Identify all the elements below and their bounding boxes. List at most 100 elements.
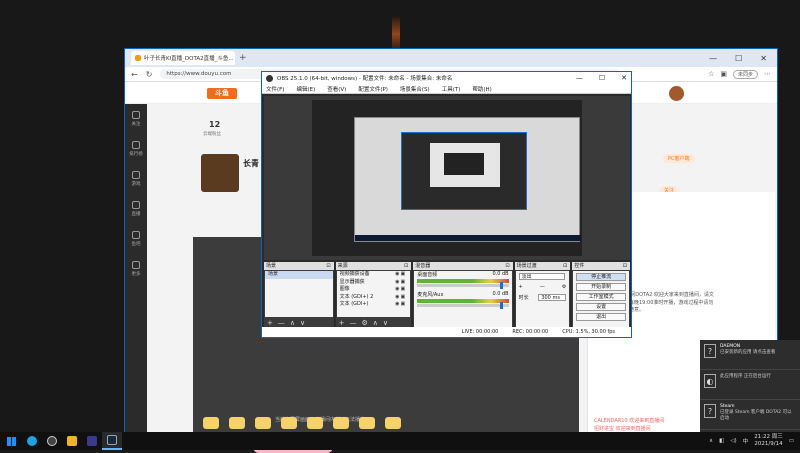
- exit-button[interactable]: 退出: [576, 313, 626, 321]
- menu-file[interactable]: 文件(F): [266, 85, 284, 93]
- start-button[interactable]: [0, 432, 22, 450]
- minimize-button[interactable]: —: [709, 54, 717, 63]
- back-icon[interactable]: ←: [131, 70, 138, 79]
- stop-streaming-button[interactable]: 停止推流: [576, 273, 626, 281]
- sidebar-item-game[interactable]: 游戏: [125, 164, 147, 194]
- notification-icon[interactable]: ▭: [789, 438, 794, 444]
- gift-icon[interactable]: [229, 417, 245, 429]
- gift-icon[interactable]: [359, 417, 375, 429]
- scene-down-button[interactable]: ∨: [300, 319, 305, 327]
- close-button[interactable]: ✕: [760, 54, 767, 63]
- gift-icon[interactable]: [385, 417, 401, 429]
- start-recording-button[interactable]: 开始录制: [576, 283, 626, 291]
- visibility-lock-icon[interactable]: ◉▣: [395, 294, 406, 302]
- system-tray: ∧ ◧ ◁) 中 21:22 周三 2021/9/14 ▭: [709, 434, 800, 448]
- source-item[interactable]: 图像 ◉▣: [337, 286, 411, 294]
- clock[interactable]: 21:22 周三 2021/9/14: [754, 434, 783, 448]
- gift-icon[interactable]: [281, 417, 297, 429]
- remove-transition-button[interactable]: —: [540, 284, 545, 290]
- star-icon[interactable]: ☆: [708, 70, 714, 78]
- sidebar-item-live[interactable]: 直播: [125, 194, 147, 224]
- nested-desktop-capture: [354, 117, 581, 242]
- source-down-button[interactable]: ∨: [383, 319, 388, 327]
- add-scene-button[interactable]: +: [267, 319, 273, 327]
- menu-profile[interactable]: 配置文件(P): [358, 85, 388, 93]
- visibility-lock-icon[interactable]: ◉▣: [395, 286, 406, 294]
- menu-scene-collection[interactable]: 场景集合(S): [400, 85, 430, 93]
- visibility-lock-icon[interactable]: ◉▣: [395, 279, 406, 287]
- notification[interactable]: ? Steam 已登录 Steam 客户端 DOTA2 可以启动: [700, 400, 800, 430]
- dock-undock-icon[interactable]: ⊡: [404, 262, 408, 270]
- sidebar-item-fishbar[interactable]: 鱼吧: [125, 224, 147, 254]
- obs-close-button[interactable]: ✕: [621, 74, 627, 82]
- gear-icon[interactable]: ⚙: [562, 284, 566, 290]
- duration-input[interactable]: 300 ms: [538, 294, 567, 301]
- sidebar-item-rank[interactable]: 排行榜: [125, 134, 147, 164]
- collections-icon[interactable]: ▣: [720, 70, 727, 78]
- volume-slider[interactable]: [417, 282, 509, 289]
- menu-help[interactable]: 帮助(H): [472, 85, 491, 93]
- input-language[interactable]: 中: [743, 437, 749, 445]
- source-item[interactable]: 文本 (GDI+) 2 ◉▣: [337, 294, 411, 302]
- transitions-header: 场景过渡 ⊡: [514, 262, 571, 270]
- sources-dock: 来源 ⊡ 视频捕获设备 ◉▣ 显示器捕获 ◉▣ 图像 ◉▣ 文本 (GDI+) 2 ◉▣ …: [335, 262, 412, 328]
- add-source-button[interactable]: +: [339, 319, 345, 327]
- maximize-button[interactable]: ☐: [735, 54, 742, 63]
- visibility-lock-icon[interactable]: ◉▣: [395, 271, 406, 279]
- chevron-up-icon[interactable]: ∧: [709, 438, 713, 444]
- visibility-lock-icon[interactable]: ◉▣: [395, 301, 406, 309]
- obs-maximize-button[interactable]: ☐: [599, 74, 605, 82]
- volume-slider[interactable]: [417, 302, 509, 309]
- network-icon[interactable]: ◧: [719, 438, 724, 444]
- site-logo[interactable]: 斗鱼: [207, 88, 237, 99]
- transition-select[interactable]: 淡出: [518, 273, 565, 280]
- add-transition-button[interactable]: +: [519, 284, 523, 290]
- settings-button[interactable]: 设置: [576, 303, 626, 311]
- obs-minimize-button[interactable]: —: [576, 74, 583, 82]
- gear-icon[interactable]: ⚙: [361, 319, 367, 327]
- dock-undock-icon[interactable]: ⊡: [505, 262, 509, 270]
- gift-icon[interactable]: [333, 417, 349, 429]
- menu-tools[interactable]: 工具(T): [442, 85, 461, 93]
- scene-item[interactable]: 场景: [265, 271, 333, 279]
- sidebar-item-follow[interactable]: 关注: [125, 104, 147, 134]
- preview-canvas: [312, 100, 582, 256]
- sidebar-item-more[interactable]: 更多: [125, 254, 147, 284]
- menu-edit[interactable]: 编辑(E): [296, 85, 315, 93]
- source-item[interactable]: 视频捕获设备 ◉▣: [337, 271, 411, 279]
- menu-icon[interactable]: ⋯: [764, 70, 771, 78]
- gift-icon[interactable]: [203, 417, 219, 429]
- volume-icon[interactable]: ◁): [730, 438, 736, 444]
- pc-client-button[interactable]: PC客户端: [663, 154, 695, 163]
- taskbar-steam[interactable]: [102, 432, 122, 450]
- new-tab-button[interactable]: +: [239, 53, 247, 63]
- notification[interactable]: ◐ 此应用程序 正在后台运行: [700, 370, 800, 400]
- gift-icon[interactable]: [255, 417, 271, 429]
- notification[interactable]: ? DAEMON 已安装新的应用 请点击查看: [700, 340, 800, 370]
- scene-up-button[interactable]: ∧: [290, 319, 295, 327]
- taskbar-app[interactable]: [82, 432, 102, 450]
- obs-preview[interactable]: [264, 96, 630, 260]
- dock-undock-icon[interactable]: ⊡: [326, 262, 330, 270]
- dock-undock-icon[interactable]: ⊡: [623, 262, 627, 270]
- taskbar-obs[interactable]: [42, 432, 62, 450]
- source-item[interactable]: 显示器捕获 ◉▣: [337, 279, 411, 287]
- browser-tab[interactable]: 叶子长青Kl直播_DOTA2直播_斗鱼... ✕: [131, 51, 235, 65]
- menu-view[interactable]: 查看(V): [327, 85, 346, 93]
- user-avatar[interactable]: [669, 86, 684, 101]
- mixer-panel: 桌面音频 0.0 dB 麦克风/Aux 0.0 dB: [414, 271, 512, 327]
- sign-in-button[interactable]: 未同步: [732, 69, 758, 79]
- remove-source-button[interactable]: —: [349, 319, 356, 327]
- taskbar-edge[interactable]: [22, 432, 42, 450]
- streamer-avatar[interactable]: [201, 154, 239, 192]
- dock-undock-icon[interactable]: ⊡: [563, 262, 567, 270]
- taskbar-explorer[interactable]: [62, 432, 82, 450]
- refresh-icon[interactable]: ↻: [146, 70, 153, 79]
- source-item[interactable]: 文本 (GDI+) ◉▣: [337, 301, 411, 309]
- obs-docks: 场景 ⊡ 场景 + — ∧ ∨ 来源 ⊡ 视频捕获设备 ◉▣ 显示器捕获 ◉▣ 图像 ◉▣…: [264, 262, 630, 328]
- source-up-button[interactable]: ∧: [373, 319, 378, 327]
- remove-scene-button[interactable]: —: [278, 319, 285, 327]
- fan-count: 12: [209, 120, 221, 129]
- studio-mode-button[interactable]: 工作室模式: [576, 293, 626, 301]
- gift-icon[interactable]: [307, 417, 323, 429]
